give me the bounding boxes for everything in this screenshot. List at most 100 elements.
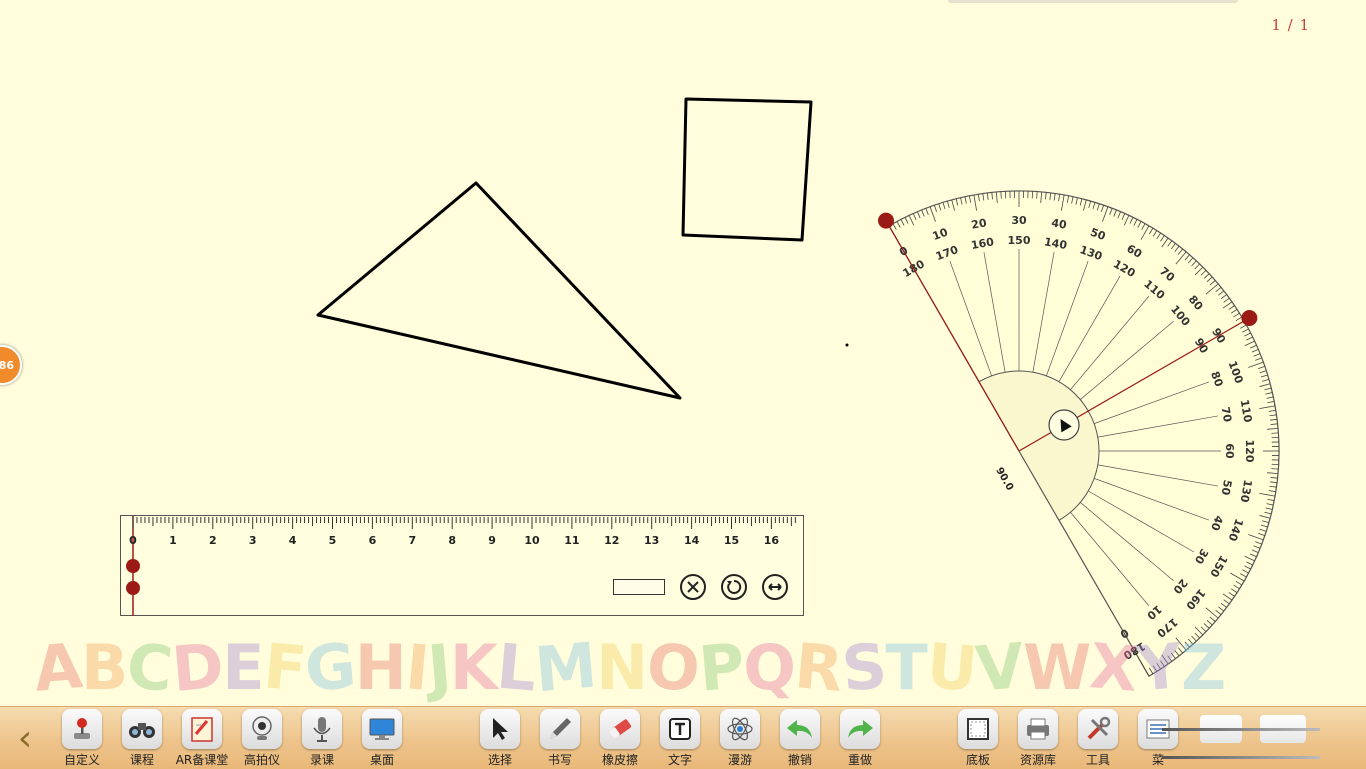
alphabet-letter: E [222,631,262,704]
protractor-handle-start[interactable] [878,213,894,229]
ruler-tick-label: 7 [408,534,416,547]
ruler-tick-label: 1 [169,534,177,547]
toolbar-button-label: 重做 [848,751,872,768]
ruler-tick-label: 12 [604,534,619,547]
lesson-book-icon [182,709,222,749]
toolbar-line [1162,728,1320,731]
alphabet-letter: L [494,630,538,704]
toolbar-button-board[interactable]: 底板 [948,707,1008,769]
ruler-handle-top[interactable] [126,559,140,573]
alphabet-letter: G [302,629,357,704]
alphabet-letter: F [260,629,307,704]
toolbar-button-label: 漫游 [728,751,752,768]
alphabet-letter: A [34,629,83,704]
toolbar-button-lesson-book[interactable]: AR备课堂 [172,707,232,769]
ruler-handle-bottom[interactable] [126,581,140,595]
ruler-flip-button[interactable] [762,574,788,600]
alphabet-letter: Q [743,631,794,704]
toolbar-button-webcam[interactable]: 高拍仪 [232,707,292,769]
toolbar-button-label: 橡皮擦 [602,751,638,768]
toolbar-button-undo[interactable]: 撤销 [770,707,830,769]
toolbar-button-label: 菜 [1152,751,1164,768]
microphone-icon [302,709,342,749]
toolbar-button-menu[interactable]: 菜 [1128,707,1188,769]
alphabet-letter: Z [1181,631,1224,704]
binoculars-icon [122,709,162,749]
ruler-tick-label: 11 [564,534,579,547]
alphabet-letter: W [1023,631,1089,704]
toolbar-button-label: 资源库 [1020,751,1056,768]
cursor-icon [480,709,520,749]
toolbar-button-text[interactable]: 文字 [650,707,710,769]
flip-arrows-icon [767,581,783,593]
joystick-icon [62,709,102,749]
toolbar-button-binoculars[interactable]: 课程 [112,707,172,769]
drawn-triangle[interactable] [318,183,680,398]
toolbar-button-label: 底板 [966,751,990,768]
protractor-rotate-button[interactable] [1049,410,1079,440]
toolbar-button-label: 文字 [668,751,692,768]
alphabet-letter: P [696,629,746,704]
drawn-square[interactable] [683,99,811,240]
alphabet-decoration: ABCDEFGHIJKLMNOPQRSTUVWXYZ [34,618,1344,704]
alphabet-letter: V [973,629,1025,704]
atom-icon [720,709,760,749]
protractor-handle-end[interactable] [1241,310,1257,326]
alphabet-letter: K [450,631,496,704]
alphabet-letter: C [124,629,174,704]
toolbar-button-label: 桌面 [370,751,394,768]
toolbar-button-label: 工具 [1086,751,1110,768]
alphabet-letter: X [1087,629,1139,704]
webcam-icon [242,709,282,749]
toolbar-button-redo[interactable]: 重做 [830,707,890,769]
toolbar-button-label: 录课 [310,751,334,768]
ruler-tick-label: 16 [764,534,780,547]
ruler-tick-label: 3 [249,534,257,547]
toolbar-button-label: 书写 [548,751,572,768]
ruler-tick-label: 10 [524,534,540,547]
eraser-icon [600,709,640,749]
ruler-length-input[interactable] [613,579,665,595]
ruler[interactable]: 012345678910111213141516 [120,515,804,616]
toolbar-button-label: AR备课堂 [176,751,229,768]
text-icon [660,709,700,749]
toolbar-button-label: 高拍仪 [244,751,280,768]
alphabet-letter: Y [1134,629,1183,704]
toolbar-button-eraser[interactable]: 橡皮擦 [590,707,650,769]
alphabet-letter: N [596,631,646,704]
undo-icon [780,709,820,749]
ruler-close-button[interactable] [680,574,706,600]
alphabet-letter: J [425,630,452,704]
ruler-rotate-button[interactable] [721,574,747,600]
toolbar-button-tools[interactable]: 工具 [1068,707,1128,769]
alphabet-letter: D [169,629,225,704]
toolbar-button-label: 撤销 [788,751,812,768]
ruler-tick-label: 8 [448,534,456,547]
alphabet-letter: H [355,631,405,704]
ruler-tick-label: 13 [644,534,659,547]
toolbar-button-cursor[interactable]: 选择 [470,707,530,769]
toolbar-button-atom[interactable]: 漫游 [710,707,770,769]
board-icon [958,709,998,749]
redo-icon [840,709,880,749]
ruler-tick-label: 4 [289,534,297,547]
alphabet-letter: M [532,629,598,704]
whiteboard-canvas[interactable]: 1 / 1 86 012345678910111213141516 010203… [0,0,1366,768]
printer-icon [1018,709,1058,749]
toolbar-button-joystick[interactable]: 自定义 [52,707,112,769]
toolbar-button-label: 课程 [130,751,154,768]
ruler-tick-label: 0 [129,534,137,547]
toolbar-button-pen[interactable]: 书写 [530,707,590,769]
ruler-tick-label: 2 [209,534,217,547]
toolbar-button-printer[interactable]: 资源库 [1008,707,1068,769]
tools-icon [1078,709,1118,749]
ruler-tick-label: 6 [369,534,377,547]
alphabet-letter: T [885,631,925,704]
collapse-toolbar-button[interactable]: ‹ [10,715,40,761]
toolbar-button-monitor[interactable]: 桌面 [352,707,412,769]
toolbar-button-label: 选择 [488,751,512,768]
rotate-icon [726,579,742,595]
ruler-scale: 012345678910111213141516 [120,515,804,616]
alphabet-letter: R [792,629,844,704]
toolbar-button-microphone[interactable]: 录课 [292,707,352,769]
